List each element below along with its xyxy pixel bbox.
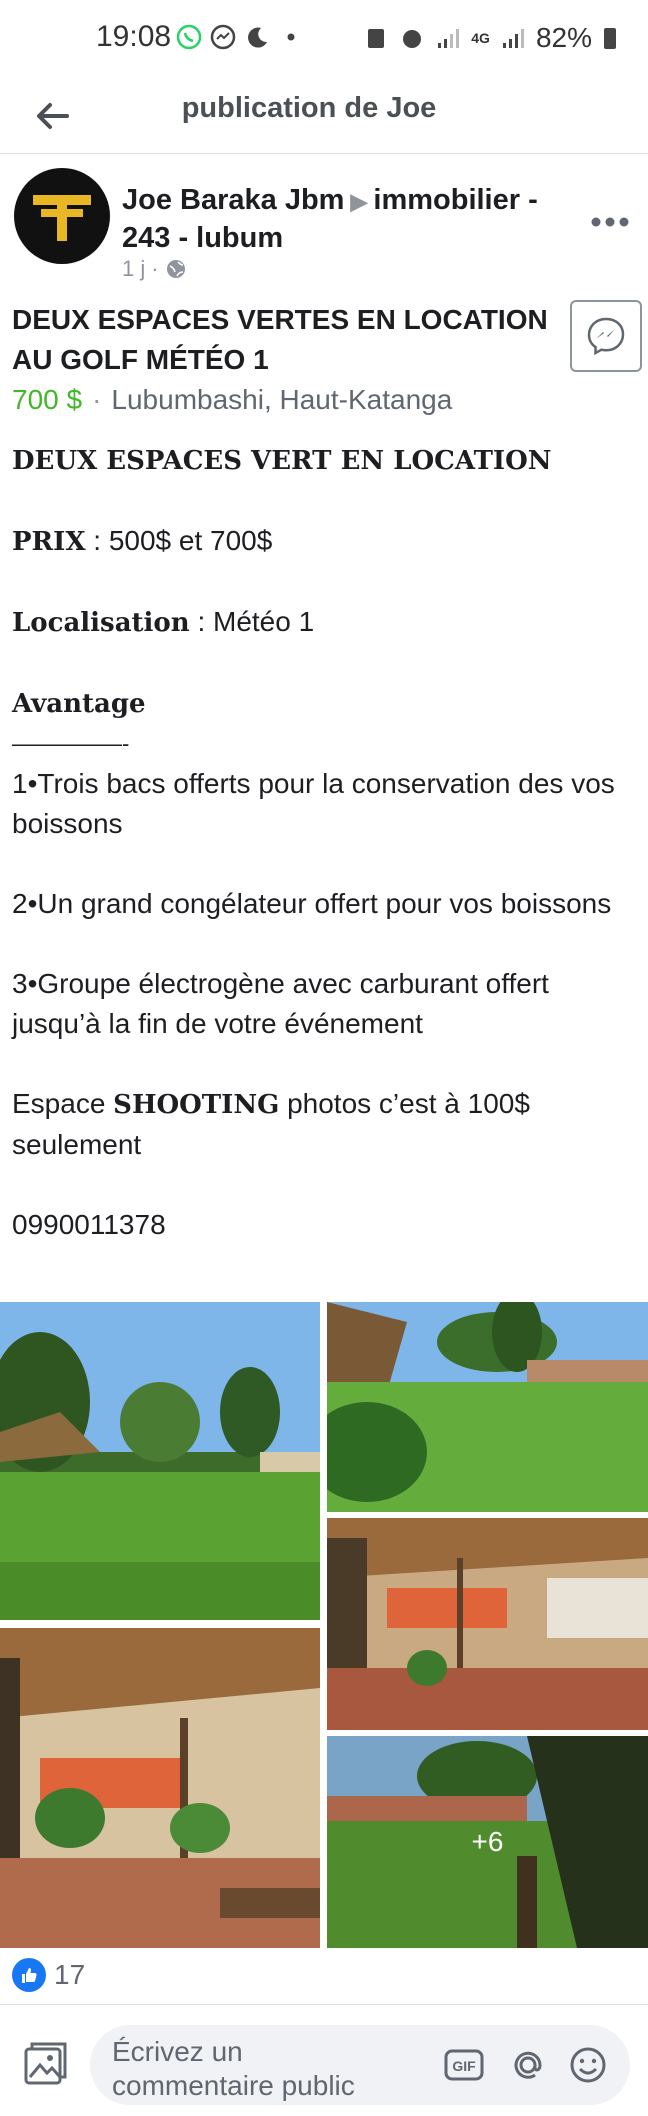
- gif-button[interactable]: GIF: [444, 2045, 484, 2085]
- meta-separator: ·: [151, 256, 159, 281]
- photo-grid: +6: [0, 1302, 648, 1948]
- status-right: 4G 82%: [363, 22, 618, 54]
- notification-icons: [176, 24, 304, 50]
- post-meta: 1 j ·: [122, 256, 187, 282]
- messenger-icon: [587, 317, 625, 356]
- avatar[interactable]: [14, 168, 110, 264]
- photo-lawn-2[interactable]: [327, 1302, 648, 1512]
- battery-percent: 82%: [535, 22, 592, 53]
- add-photo-button[interactable]: [22, 2039, 70, 2087]
- author-name[interactable]: Joe Baraka Jbm: [122, 184, 344, 216]
- localisation-label: Localisation: [12, 608, 190, 638]
- network-type: 4G: [471, 30, 490, 46]
- more-photos-count[interactable]: +6: [327, 1736, 648, 1948]
- price-separator: ·: [92, 384, 102, 415]
- author-line: Joe Baraka Jbm ▶ immobilier - 243 - lubum: [122, 182, 562, 256]
- message-seller-button[interactable]: [570, 300, 642, 372]
- advantage-item-2: 2•Un grand congélateur offert pour vos b…: [12, 888, 612, 919]
- advantage-item-1: 1•Trois bacs offerts pour la conservatio…: [12, 768, 615, 839]
- triangle-right-icon: ▶: [350, 189, 368, 214]
- price-location-line: 700 $ · Lubumbashi, Haut-Katanga: [12, 384, 452, 416]
- globe-icon: [166, 260, 185, 278]
- prix-value: : 500$ et 700$: [85, 525, 273, 556]
- reaction-count: 17: [54, 1959, 86, 1990]
- alarm-icon: [403, 30, 422, 48]
- localisation-value: : Météo 1: [189, 606, 315, 637]
- prix-label: PRIX: [12, 527, 86, 557]
- location: Lubumbashi, Haut-Katanga: [111, 384, 453, 415]
- photo-lounge-2[interactable]: [0, 1628, 320, 1948]
- listing-title: DEUX ESPACES VERTES EN LOCATION AU GOLF …: [12, 304, 548, 375]
- whatsapp-icon: [176, 24, 202, 50]
- like-badge: [12, 1958, 46, 1992]
- advantage-item-3: 3•Groupe électrogène avec carburant offe…: [12, 968, 549, 1039]
- svg-text:GIF: GIF: [452, 2058, 476, 2074]
- at-sign-icon: [514, 2051, 542, 2079]
- status-time: 19:08: [96, 20, 172, 53]
- messenger-notification-icon: [210, 24, 236, 50]
- moon-icon: [248, 27, 267, 48]
- post-header: Joe Baraka Jbm ▶ immobilier - 243 - lubum …: [0, 168, 648, 288]
- emoji-button[interactable]: [568, 2045, 608, 2085]
- photo-lawn-1[interactable]: [0, 1302, 320, 1620]
- clipboard-icon: [368, 29, 385, 48]
- more-dots-icon: [591, 217, 629, 227]
- lounge-image-2: [0, 1628, 320, 1948]
- shooting-prefix: Espace: [12, 1088, 114, 1119]
- signal-icon: [438, 29, 460, 48]
- post-time[interactable]: 1 j: [122, 256, 145, 282]
- comment-bar: Écrivez un commentaire public GIF: [0, 2004, 648, 2116]
- status-bar: 19:08 4G 82%: [0, 0, 648, 78]
- app-header: publication de Joe: [0, 78, 648, 154]
- thumbs-up-icon: [22, 1968, 37, 1983]
- mention-button[interactable]: [508, 2045, 548, 2085]
- photo-lounge-1[interactable]: [327, 1518, 648, 1730]
- signal-icon-2: [502, 29, 524, 48]
- lawn-image: [0, 1302, 320, 1620]
- more-options-button[interactable]: [590, 198, 630, 237]
- page-title: publication de Joe: [181, 92, 437, 124]
- smiley-icon: [570, 2047, 606, 2083]
- dot-icon: [287, 33, 295, 41]
- logo-icon: [33, 195, 91, 241]
- comment-input[interactable]: Écrivez un commentaire public GIF: [90, 2025, 630, 2105]
- photo-lawn-3[interactable]: +6: [327, 1736, 648, 1948]
- image-icon: [24, 2042, 67, 2085]
- lawn-image-2: [327, 1302, 648, 1512]
- post-body: DEUX ESPACES VERT EN LOCATION PRIX : 500…: [12, 440, 642, 1285]
- phone-number[interactable]: 0990011378: [12, 1205, 642, 1245]
- comment-placeholder: Écrivez un commentaire public: [112, 2036, 355, 2101]
- body-heading: DEUX ESPACES VERT EN LOCATION: [12, 446, 552, 476]
- price: 700 $: [12, 384, 83, 415]
- body-divider: —————-: [12, 731, 130, 756]
- lounge-image: [327, 1518, 648, 1730]
- avantage-label: Avantage: [12, 689, 146, 719]
- reactions[interactable]: 17: [12, 1958, 85, 1992]
- battery-icon: [604, 28, 616, 49]
- shooting-label: SHOOTING: [113, 1090, 280, 1120]
- gif-icon: GIF: [444, 2049, 484, 2081]
